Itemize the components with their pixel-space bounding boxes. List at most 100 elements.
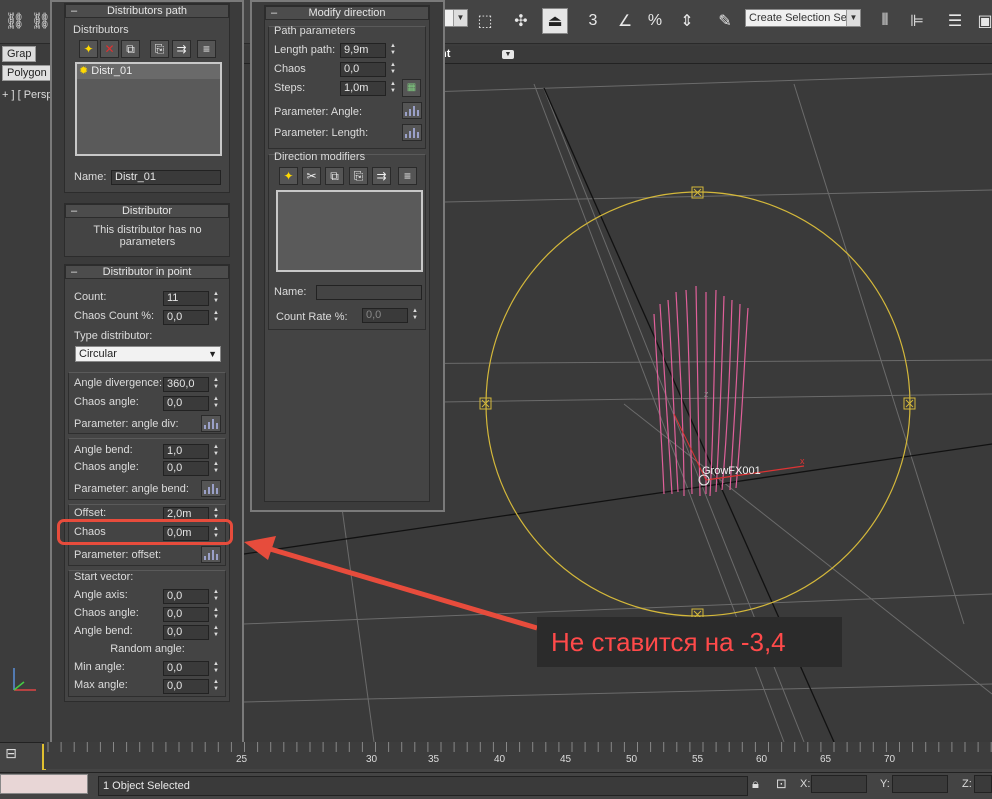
select-manipulate-icon[interactable]: ⏏ [542,8,568,34]
spinner-arrows[interactable]: ▲ ▼ [211,607,221,622]
graph-curve-icon[interactable] [201,480,221,497]
selection-set-text: Create Selection Se [749,12,847,24]
edit-named-selection-icon[interactable]: ✎ [712,8,738,34]
spinner-arrows[interactable]: ▲ ▼ [410,308,420,323]
copy-icon[interactable]: ⧉ [121,40,140,58]
cut-icon[interactable]: ✂ [302,167,321,185]
instance-icon[interactable]: ⇉ [172,40,191,58]
rollout-header[interactable]: – Distributors path [65,4,229,18]
graph-curve-icon[interactable] [402,102,422,119]
graph-curve-icon[interactable] [201,546,221,563]
selection-set-dropdown[interactable]: Create Selection Se ▼ [745,9,861,27]
chaos-spinner[interactable]: 0,0 [340,62,386,77]
tick-label: 70 [884,754,896,765]
name-input[interactable]: Distr_01 [111,170,221,185]
chaos-angle-spinner[interactable]: 0,0 [163,396,209,411]
spinner-arrows[interactable]: ▲ ▼ [211,396,221,411]
select-move-icon[interactable]: ⬚ [472,8,498,34]
paste-icon[interactable]: ⎘ [349,167,368,185]
list-item-label: Distr_01 [91,65,133,77]
copy-icon[interactable]: ⧉ [325,167,344,185]
options-icon[interactable]: ≡ [197,40,216,58]
spinner-arrows[interactable]: ▲ ▼ [211,661,221,676]
delete-distributor-icon[interactable]: ✕ [100,40,119,58]
rollout-header[interactable]: – Distributor [65,204,229,218]
paste-icon[interactable]: ⎘ [150,40,169,58]
tab-graphite[interactable]: Grap [2,46,37,62]
timeline-ruler[interactable]: 25 30 35 40 45 50 55 60 65 70 [44,742,992,769]
percent-snap-icon[interactable]: % [642,8,668,34]
rollout-header[interactable]: – Modify direction [265,6,429,20]
add-distributor-icon[interactable]: ✦ [79,40,98,58]
spinner-arrows[interactable]: ▲ ▼ [211,679,221,694]
modifier-name-input[interactable] [316,285,422,300]
chaos-angle-spinner[interactable]: 0,0 [163,461,209,476]
tab-polygon[interactable]: Polygon [2,65,52,81]
pivot-icon[interactable]: ✣ [508,8,534,34]
z-coordinate-field[interactable] [974,775,992,793]
spinner-arrows[interactable]: ▲ ▼ [388,62,398,77]
count-spinner[interactable]: 11 [163,291,209,306]
mirror-icon[interactable]: ⫴ [872,8,898,34]
max-angle-spinner[interactable]: 0,0 [163,679,209,694]
x-coordinate-field[interactable] [811,775,867,793]
count-label: Count: [74,291,107,303]
spinner-arrows[interactable]: ▲ ▼ [388,43,398,58]
lock-icon[interactable]: 🔒︎ [752,776,759,792]
graph-curve-icon[interactable] [201,415,221,432]
subbar-dropdown-icon[interactable]: ▼ [502,50,514,59]
graphite-toggle-icon[interactable]: ▣ [972,8,992,34]
instance-icon[interactable]: ⇉ [372,167,391,185]
param-angle-bend-label: Parameter: angle bend: [74,483,189,495]
length-path-spinner[interactable]: 9,9m [340,43,386,58]
spinner-arrows[interactable]: ▲ ▼ [211,589,221,604]
count-rate-label: Count Rate %: [276,311,348,323]
snap-3d-icon[interactable]: 3 [580,8,606,34]
angle-axis-spinner[interactable]: 0,0 [163,589,209,604]
dir-modifiers-list[interactable] [276,190,423,272]
rollout-title: Distributor in point [102,266,192,278]
spinner-arrows[interactable]: ▲ ▼ [211,461,221,476]
spinner-arrows[interactable]: ▲ ▼ [211,291,221,306]
steps-spinner[interactable]: 1,0m [340,81,386,96]
spinner-arrows[interactable]: ▲ ▼ [211,444,221,459]
start-vector-label: Start vector: [74,571,134,583]
rollout-header[interactable]: – Distributor in point [65,265,229,279]
add-modifier-icon[interactable]: ✦ [279,167,298,185]
spinner-arrows[interactable]: ▲ ▼ [388,81,398,96]
object-label[interactable]: GrowFX001 [702,465,761,477]
y-coordinate-field[interactable] [892,775,948,793]
min-angle-spinner[interactable]: 0,0 [163,661,209,676]
layer-manager-icon[interactable]: ☰ [942,8,968,34]
type-distributor-combo[interactable]: Circular ▼ [75,346,221,362]
count-rate-spinner[interactable]: 0,0 [362,308,408,323]
options-icon[interactable]: ≡ [398,167,417,185]
chaos-angle-label: Chaos angle: [74,396,139,408]
spinner-arrows[interactable]: ▲ ▼ [211,310,221,325]
chaos-count-spinner[interactable]: 0,0 [163,310,209,325]
maxscript-listener[interactable] [0,774,88,794]
viewport-label[interactable]: + ] [ Persp [2,89,52,101]
tick-label: 55 [692,754,704,765]
tick-label: 65 [820,754,832,765]
sv-chaos-angle-spinner[interactable]: 0,0 [163,607,209,622]
graph-curve-icon[interactable] [402,124,422,141]
timeline-toggle-icon[interactable]: ⊟ [0,745,22,767]
sv-angle-bend-spinner[interactable]: 0,0 [163,625,209,640]
param-angle-label: Parameter: Angle: [274,106,363,118]
spinner-arrows[interactable]: ▲ ▼ [211,625,221,640]
absolute-mode-icon[interactable]: ⊡ [776,776,787,792]
angle-bend-spinner[interactable]: 1,0 [163,444,209,459]
steps-options-icon[interactable]: ▦ [402,79,421,97]
list-item[interactable]: ✹ Distr_01 [77,64,220,79]
callout-note: Не ставится на -3,4 [537,617,842,667]
spinner-arrows[interactable]: ▲ ▼ [211,377,221,392]
spinner-snap-icon[interactable]: ⇕ [674,8,700,34]
align-icon[interactable]: ⊫ [904,8,930,34]
callout-arrow [244,536,538,631]
link-icon[interactable]: ⛓ [2,8,28,34]
angle-snap-icon[interactable]: ∠ [612,8,638,34]
distributors-list[interactable]: ✹ Distr_01 [75,62,222,156]
angle-divergence-spinner[interactable]: 360,0 [163,377,209,392]
angle-divergence-label: Angle divergence: [74,377,163,389]
